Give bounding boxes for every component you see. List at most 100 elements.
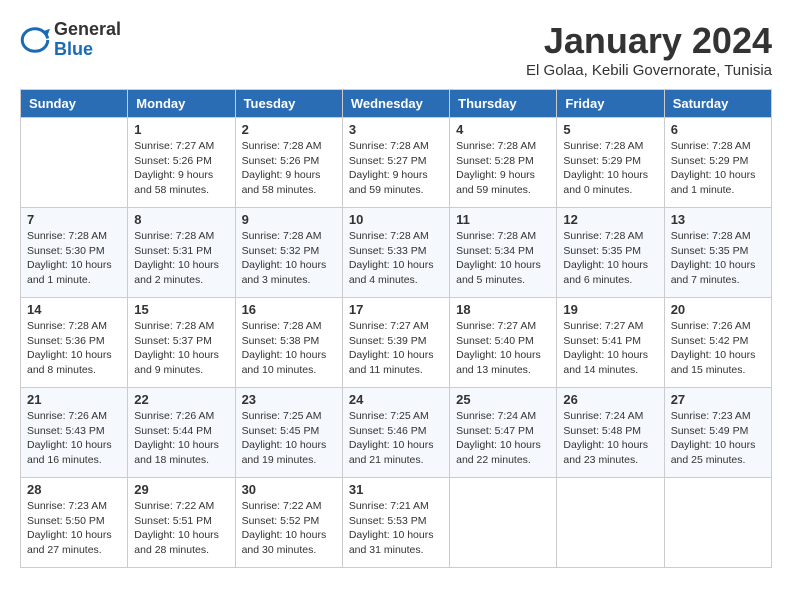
day-number: 22 — [134, 392, 228, 407]
day-info: Sunrise: 7:28 AM Sunset: 5:38 PM Dayligh… — [242, 319, 336, 378]
day-number: 12 — [563, 212, 657, 227]
page-header: General Blue January 2024 El Golaa, Kebi… — [20, 20, 772, 79]
day-of-week-header: Sunday — [21, 90, 128, 118]
day-number: 8 — [134, 212, 228, 227]
day-info: Sunrise: 7:26 AM Sunset: 5:43 PM Dayligh… — [27, 409, 121, 468]
day-info: Sunrise: 7:25 AM Sunset: 5:46 PM Dayligh… — [349, 409, 443, 468]
day-info: Sunrise: 7:25 AM Sunset: 5:45 PM Dayligh… — [242, 409, 336, 468]
day-info: Sunrise: 7:28 AM Sunset: 5:28 PM Dayligh… — [456, 139, 550, 198]
day-info: Sunrise: 7:26 AM Sunset: 5:42 PM Dayligh… — [671, 319, 765, 378]
logo-blue: Blue — [54, 40, 121, 60]
calendar-cell: 13 Sunrise: 7:28 AM Sunset: 5:35 PM Dayli… — [664, 208, 771, 298]
day-number: 18 — [456, 302, 550, 317]
day-number: 28 — [27, 482, 121, 497]
logo: General Blue — [20, 20, 121, 60]
day-info: Sunrise: 7:28 AM Sunset: 5:35 PM Dayligh… — [671, 229, 765, 288]
calendar-cell: 23Sunrise: 7:25 AM Sunset: 5:45 PM Dayli… — [235, 388, 342, 478]
day-info: Sunrise: 7:28 AM Sunset: 5:26 PM Dayligh… — [242, 139, 336, 198]
day-number: 4 — [456, 122, 550, 137]
day-number: 19 — [563, 302, 657, 317]
calendar-cell: 11 Sunrise: 7:28 AM Sunset: 5:34 PM Dayli… — [450, 208, 557, 298]
calendar-cell: 28Sunrise: 7:23 AM Sunset: 5:50 PM Dayli… — [21, 478, 128, 568]
day-info: Sunrise: 7:28 AM Sunset: 5:33 PM Dayligh… — [349, 229, 443, 288]
calendar-cell: 19 Sunrise: 7:27 AM Sunset: 5:41 PM Dayli… — [557, 298, 664, 388]
day-number: 20 — [671, 302, 765, 317]
day-number: 25 — [456, 392, 550, 407]
day-number: 17 — [349, 302, 443, 317]
calendar-cell: 6Sunrise: 7:28 AM Sunset: 5:29 PM Daylig… — [664, 118, 771, 208]
day-info: Sunrise: 7:22 AM Sunset: 5:51 PM Dayligh… — [134, 499, 228, 558]
calendar-cell: 8 Sunrise: 7:28 AM Sunset: 5:31 PM Daylig… — [128, 208, 235, 298]
day-of-week-header: Thursday — [450, 90, 557, 118]
day-info: Sunrise: 7:26 AM Sunset: 5:44 PM Dayligh… — [134, 409, 228, 468]
calendar-cell: 31Sunrise: 7:21 AM Sunset: 5:53 PM Dayli… — [342, 478, 449, 568]
calendar-cell: 16 Sunrise: 7:28 AM Sunset: 5:38 PM Dayli… — [235, 298, 342, 388]
day-number: 15 — [134, 302, 228, 317]
day-of-week-header: Tuesday — [235, 90, 342, 118]
calendar-cell: 9Sunrise: 7:28 AM Sunset: 5:32 PM Daylig… — [235, 208, 342, 298]
day-number: 27 — [671, 392, 765, 407]
calendar-cell: 1 Sunrise: 7:27 AM Sunset: 5:26 PM Daylig… — [128, 118, 235, 208]
calendar-cell: 27Sunrise: 7:23 AM Sunset: 5:49 PM Dayli… — [664, 388, 771, 478]
calendar-cell — [450, 478, 557, 568]
day-info: Sunrise: 7:24 AM Sunset: 5:47 PM Dayligh… — [456, 409, 550, 468]
calendar-week-row: 7 Sunrise: 7:28 AM Sunset: 5:30 PM Daylig… — [21, 208, 772, 298]
calendar-cell: 10Sunrise: 7:28 AM Sunset: 5:33 PM Dayli… — [342, 208, 449, 298]
calendar-week-row: 1 Sunrise: 7:27 AM Sunset: 5:26 PM Daylig… — [21, 118, 772, 208]
day-info: Sunrise: 7:28 AM Sunset: 5:30 PM Dayligh… — [27, 229, 121, 288]
day-info: Sunrise: 7:28 AM Sunset: 5:34 PM Dayligh… — [456, 229, 550, 288]
calendar-cell — [664, 478, 771, 568]
calendar-cell: 24 Sunrise: 7:25 AM Sunset: 5:46 PM Dayli… — [342, 388, 449, 478]
calendar-cell — [557, 478, 664, 568]
calendar-cell — [21, 118, 128, 208]
calendar-cell: 29 Sunrise: 7:22 AM Sunset: 5:51 PM Dayli… — [128, 478, 235, 568]
calendar-cell: 2Sunrise: 7:28 AM Sunset: 5:26 PM Daylig… — [235, 118, 342, 208]
day-of-week-header: Monday — [128, 90, 235, 118]
day-of-week-header: Friday — [557, 90, 664, 118]
day-number: 29 — [134, 482, 228, 497]
calendar-cell: 20 Sunrise: 7:26 AM Sunset: 5:42 PM Dayli… — [664, 298, 771, 388]
day-number: 7 — [27, 212, 121, 227]
calendar-cell: 30Sunrise: 7:22 AM Sunset: 5:52 PM Dayli… — [235, 478, 342, 568]
day-info: Sunrise: 7:28 AM Sunset: 5:36 PM Dayligh… — [27, 319, 121, 378]
location-subtitle: El Golaa, Kebili Governorate, Tunisia — [526, 62, 772, 79]
calendar-week-row: 21 Sunrise: 7:26 AM Sunset: 5:43 PM Dayli… — [21, 388, 772, 478]
day-number: 14 — [27, 302, 121, 317]
calendar-cell: 7 Sunrise: 7:28 AM Sunset: 5:30 PM Daylig… — [21, 208, 128, 298]
day-info: Sunrise: 7:27 AM Sunset: 5:41 PM Dayligh… — [563, 319, 657, 378]
day-number: 9 — [242, 212, 336, 227]
calendar-cell: 12Sunrise: 7:28 AM Sunset: 5:35 PM Dayli… — [557, 208, 664, 298]
calendar-cell: 25 Sunrise: 7:24 AM Sunset: 5:47 PM Dayli… — [450, 388, 557, 478]
day-number: 5 — [563, 122, 657, 137]
calendar-cell: 22 Sunrise: 7:26 AM Sunset: 5:44 PM Dayli… — [128, 388, 235, 478]
calendar-cell: 5 Sunrise: 7:28 AM Sunset: 5:29 PM Daylig… — [557, 118, 664, 208]
day-info: Sunrise: 7:27 AM Sunset: 5:40 PM Dayligh… — [456, 319, 550, 378]
day-number: 24 — [349, 392, 443, 407]
day-info: Sunrise: 7:28 AM Sunset: 5:29 PM Dayligh… — [563, 139, 657, 198]
day-number: 16 — [242, 302, 336, 317]
calendar-cell: 15Sunrise: 7:28 AM Sunset: 5:37 PM Dayli… — [128, 298, 235, 388]
calendar-header-row: SundayMondayTuesdayWednesdayThursdayFrid… — [21, 90, 772, 118]
day-number: 6 — [671, 122, 765, 137]
day-of-week-header: Saturday — [664, 90, 771, 118]
day-number: 3 — [349, 122, 443, 137]
calendar-cell: 21 Sunrise: 7:26 AM Sunset: 5:43 PM Dayli… — [21, 388, 128, 478]
calendar-cell: 26Sunrise: 7:24 AM Sunset: 5:48 PM Dayli… — [557, 388, 664, 478]
day-info: Sunrise: 7:21 AM Sunset: 5:53 PM Dayligh… — [349, 499, 443, 558]
calendar-cell: 18 Sunrise: 7:27 AM Sunset: 5:40 PM Dayli… — [450, 298, 557, 388]
day-info: Sunrise: 7:28 AM Sunset: 5:31 PM Dayligh… — [134, 229, 228, 288]
day-number: 13 — [671, 212, 765, 227]
day-info: Sunrise: 7:27 AM Sunset: 5:39 PM Dayligh… — [349, 319, 443, 378]
logo-general: General — [54, 20, 121, 40]
day-number: 11 — [456, 212, 550, 227]
calendar-cell: 14 Sunrise: 7:28 AM Sunset: 5:36 PM Dayli… — [21, 298, 128, 388]
day-number: 21 — [27, 392, 121, 407]
day-number: 1 — [134, 122, 228, 137]
calendar-cell: 17 Sunrise: 7:27 AM Sunset: 5:39 PM Dayli… — [342, 298, 449, 388]
day-info: Sunrise: 7:28 AM Sunset: 5:27 PM Dayligh… — [349, 139, 443, 198]
calendar-table: SundayMondayTuesdayWednesdayThursdayFrid… — [20, 89, 772, 568]
day-info: Sunrise: 7:27 AM Sunset: 5:26 PM Dayligh… — [134, 139, 228, 198]
title-block: January 2024 El Golaa, Kebili Governorat… — [526, 20, 772, 79]
logo-text: General Blue — [54, 20, 121, 60]
month-title: January 2024 — [526, 20, 772, 62]
